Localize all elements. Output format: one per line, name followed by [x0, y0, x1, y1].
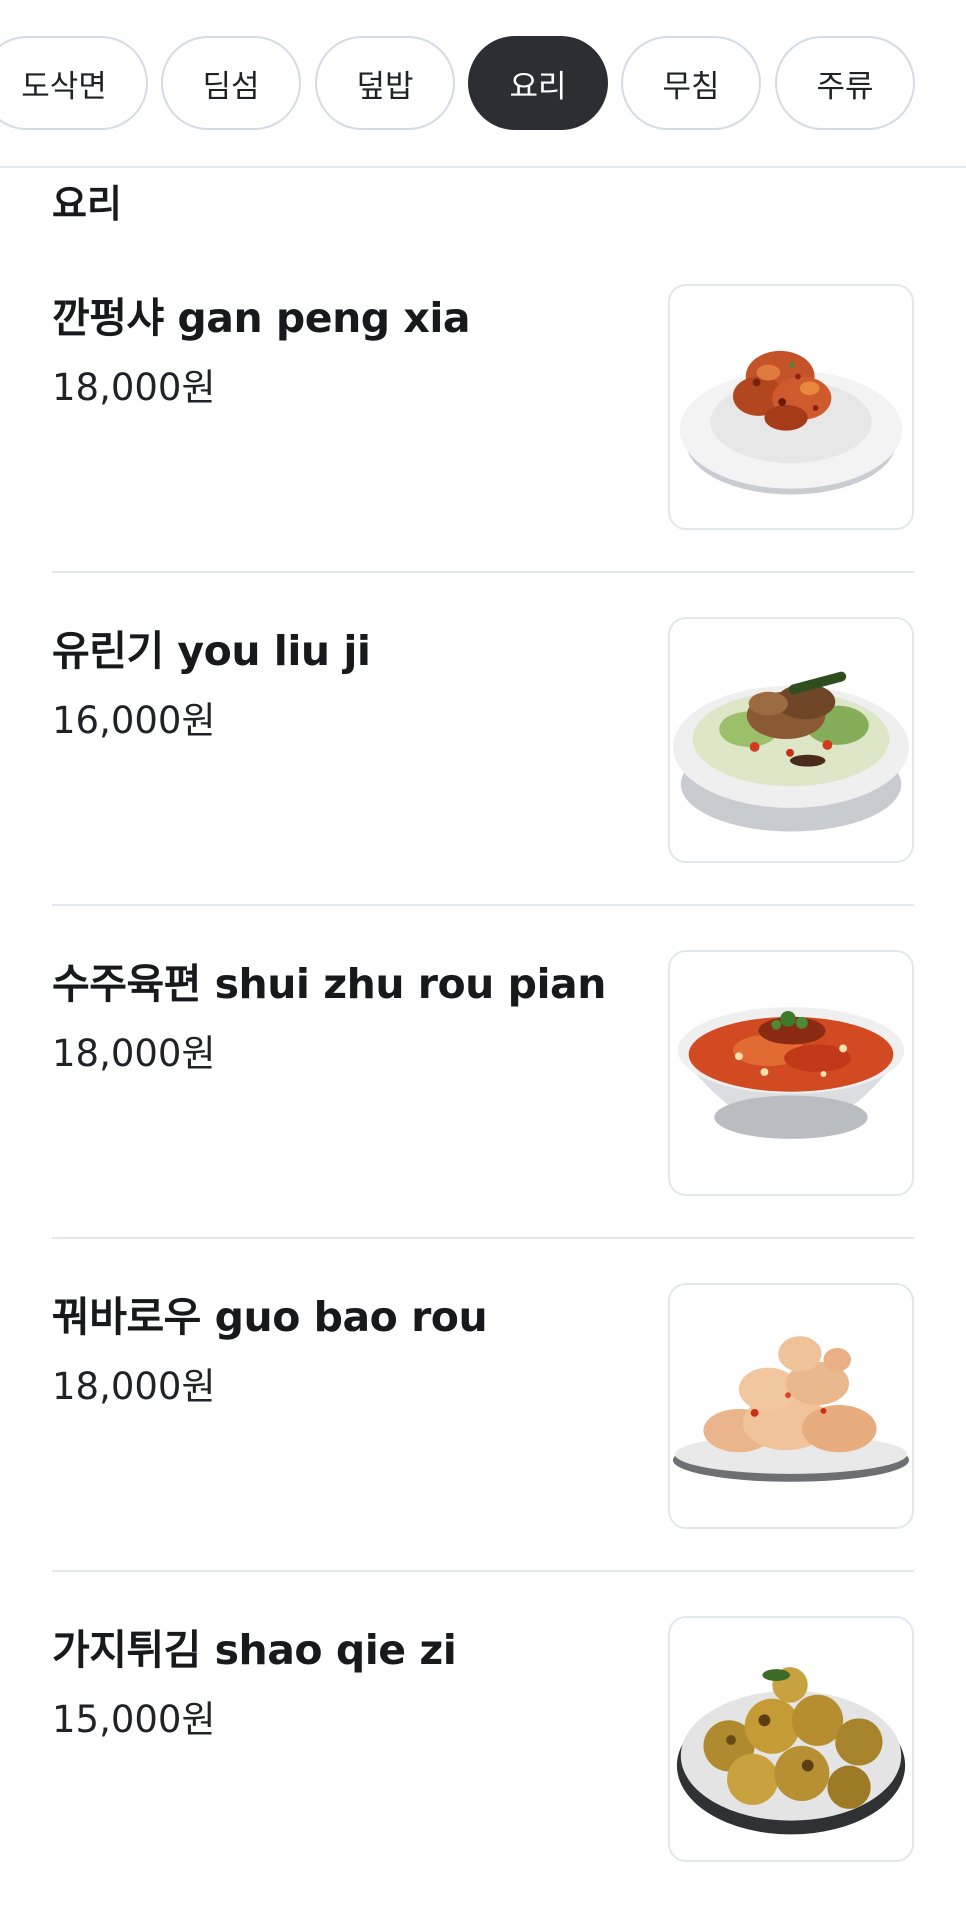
item-price: 18,000원: [52, 366, 216, 409]
tab-drinks[interactable]: 주류: [775, 36, 915, 130]
item-photo[interactable]: [668, 617, 914, 863]
menu-item[interactable]: 깐펑샤 gan peng xia 18,000원: [52, 240, 914, 573]
item-photo[interactable]: [668, 284, 914, 530]
fried-chicken-salad-photo-icon: [672, 671, 910, 832]
item-photo[interactable]: [668, 1283, 914, 1529]
item-price: 18,000원: [52, 1032, 216, 1075]
tab-rice-bowl[interactable]: 덮밥: [315, 36, 455, 130]
item-photo[interactable]: [668, 1616, 914, 1862]
item-name: 유린기 you liu ji: [52, 627, 371, 675]
spicy-boiled-pork-photo-icon: [677, 1007, 905, 1139]
menu-item[interactable]: 수주육편 shui zhu rou pian 18,000원: [52, 906, 914, 1239]
item-price: 18,000원: [52, 1365, 216, 1408]
tab-dosakmyeon[interactable]: 도삭면: [0, 36, 148, 130]
item-price: 16,000원: [52, 699, 216, 742]
menu-item[interactable]: 꿔바로우 guo bao rou 18,000원: [52, 1239, 914, 1572]
item-price: 15,000원: [52, 1698, 216, 1741]
section-title: 요리: [52, 182, 122, 226]
menu-item[interactable]: 유린기 you liu ji 16,000원: [52, 573, 914, 906]
item-name: 수주육편 shui zhu rou pian: [52, 960, 606, 1008]
item-name: 가지튀김 shao qie zi: [52, 1626, 457, 1674]
item-name: 깐펑샤 gan peng xia: [52, 294, 471, 342]
fried-shrimp-dish-photo-icon: [679, 350, 903, 495]
tab-dishes[interactable]: 요리: [468, 36, 608, 130]
category-tab-bar: 도삭면 딤섬 덮밥 요리 무침 주류: [0, 0, 966, 168]
tab-salads[interactable]: 무침: [621, 36, 761, 130]
sweet-sour-pork-photo-icon: [672, 1336, 910, 1482]
menu-item[interactable]: 가지튀김 shao qie zi 15,000원: [52, 1572, 914, 1905]
item-name: 꿔바로우 guo bao rou: [52, 1293, 488, 1341]
fried-eggplant-photo-icon: [676, 1667, 906, 1835]
tab-dimsum[interactable]: 딤섬: [161, 36, 301, 130]
item-photo[interactable]: [668, 950, 914, 1196]
